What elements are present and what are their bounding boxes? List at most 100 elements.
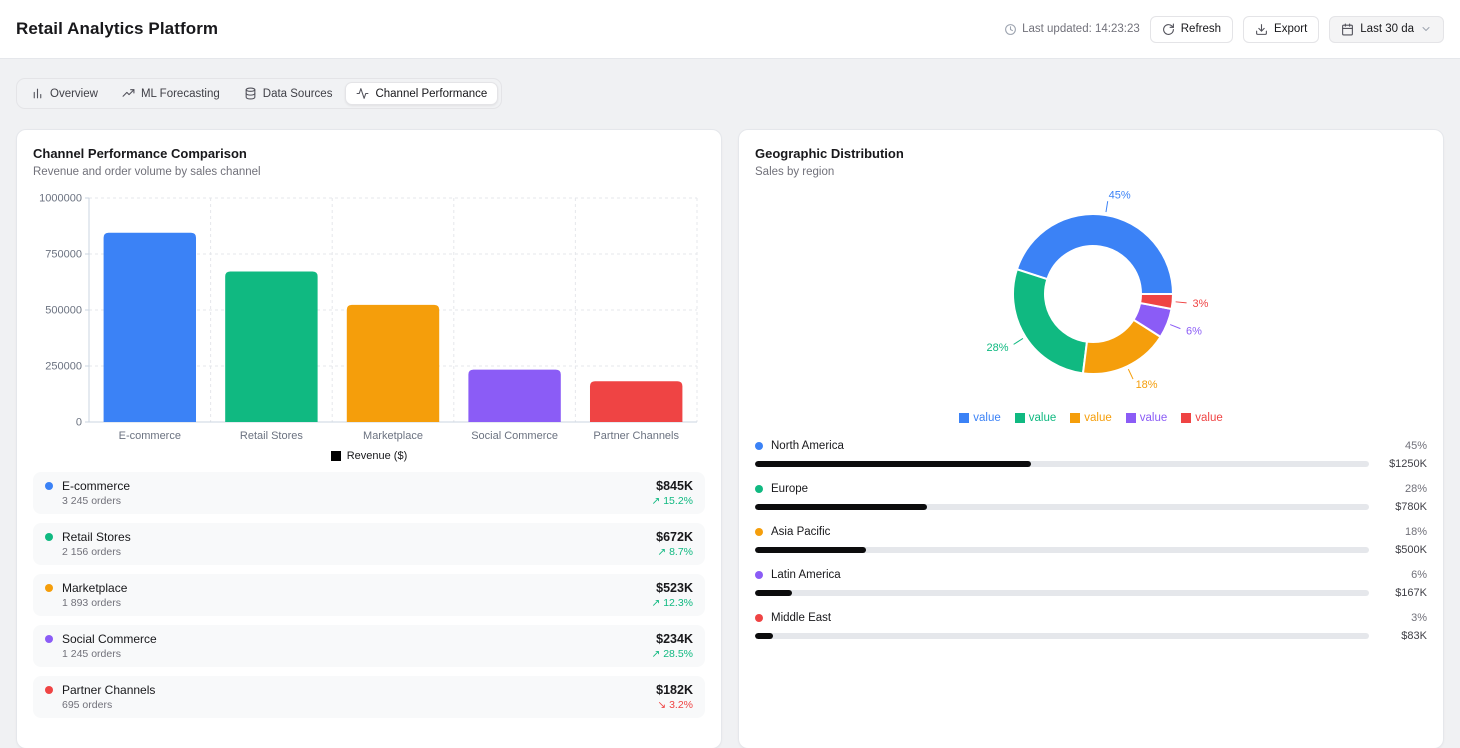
channel-card-title: Channel Performance Comparison xyxy=(33,146,247,161)
tab-channel-performance[interactable]: Channel Performance xyxy=(345,82,499,105)
trend-percent: 15.2% xyxy=(663,495,693,507)
pie-legend-item: value xyxy=(959,412,1001,424)
date-range-select[interactable]: Last 30 da xyxy=(1329,15,1444,43)
donut-chart-svg[interactable]: 45% 28% 18% 6% 3% xyxy=(755,182,1431,410)
channel-metrics: $234K ↗ 28.5% xyxy=(651,632,693,660)
channel-row-marketplace: Marketplace 1 893 orders $523K ↗ 12.3% xyxy=(33,574,705,616)
channel-orders: 695 orders xyxy=(62,699,113,711)
legend-swatch xyxy=(1014,413,1025,423)
refresh-icon xyxy=(1162,23,1175,36)
svg-text:1000000: 1000000 xyxy=(39,193,82,205)
region-progress-track xyxy=(755,461,1369,467)
bar-chart-svg[interactable]: 0 250000 500000 750000 1000000 E-commerce Reta… xyxy=(33,190,707,448)
channel-info: Retail Stores 2 156 orders xyxy=(45,530,131,558)
header-actions: Last updated: 14:23:23 Refresh Export La… xyxy=(1004,15,1444,43)
region-name: Asia Pacific xyxy=(771,526,831,538)
tab-data-sources[interactable]: Data Sources xyxy=(233,82,344,105)
region-value: $780K xyxy=(1395,501,1427,513)
region-value: $83K xyxy=(1401,630,1427,642)
region-progress-fill xyxy=(755,461,1032,467)
region-color-dot xyxy=(755,614,763,622)
trend-percent: 8.7% xyxy=(669,546,693,558)
channel-row-e-commerce: E-commerce 3 245 orders $845K ↗ 15.2% xyxy=(33,472,705,514)
channel-orders: 3 245 orders xyxy=(62,495,121,507)
svg-text:28%: 28% xyxy=(987,342,1009,354)
tab-label: Data Sources xyxy=(262,87,333,100)
pie-legend-item: value xyxy=(1070,412,1112,424)
svg-text:250000: 250000 xyxy=(45,361,82,373)
pie-legend-label: value xyxy=(973,412,1001,424)
channel-metrics: $523K ↗ 12.3% xyxy=(651,581,693,609)
refresh-label: Refresh xyxy=(1180,23,1222,35)
export-label: Export xyxy=(1274,23,1308,35)
database-icon xyxy=(244,87,257,100)
geo-card-title: Geographic Distribution xyxy=(755,146,904,161)
channel-trend: ↗ 8.7% xyxy=(656,546,693,558)
region-color-dot xyxy=(755,571,763,579)
tab-bar-wrap: Overview ML Forecasting Data Sources Channe… xyxy=(16,78,1444,109)
legend-swatch xyxy=(1181,413,1192,423)
tab-ml-forecasting[interactable]: ML Forecasting xyxy=(111,82,231,105)
channel-trend: ↗ 12.3% xyxy=(651,597,693,609)
export-button[interactable]: Export xyxy=(1243,15,1320,43)
channel-trend: ↗ 15.2% xyxy=(651,495,693,507)
region-progress-track xyxy=(755,547,1369,553)
pie-legend-label: value xyxy=(1195,412,1223,424)
channel-info: E-commerce 3 245 orders xyxy=(45,479,130,507)
chevron-down-icon xyxy=(1420,23,1432,35)
trend-percent: 12.3% xyxy=(663,597,693,609)
legend-swatch xyxy=(1070,413,1081,423)
channel-metrics: $845K ↗ 15.2% xyxy=(651,479,693,507)
activity-icon xyxy=(356,87,369,100)
pie-legend-label: value xyxy=(1084,412,1112,424)
pie-legend-item: value xyxy=(1125,412,1168,424)
tab-label: Channel Performance xyxy=(375,87,488,100)
trending-up-icon xyxy=(122,87,135,100)
channel-metrics: $672K ↗ 8.7% xyxy=(656,530,693,558)
region-name: Middle East xyxy=(771,612,832,624)
legend-swatch xyxy=(330,451,341,461)
region-row-north-america: North America 45% $1250K xyxy=(755,434,1427,477)
svg-text:45%: 45% xyxy=(1109,190,1131,202)
region-percent: 6% xyxy=(1411,569,1427,581)
pie-legend: value value value value value xyxy=(755,412,1427,424)
svg-text:3%: 3% xyxy=(1193,298,1209,310)
channel-name: E-commerce xyxy=(62,479,131,493)
region-percent: 3% xyxy=(1411,612,1427,624)
tab-overview[interactable]: Overview xyxy=(20,82,109,105)
channel-name: Social Commerce xyxy=(62,632,157,646)
bar-chart-legend: Revenue ($) xyxy=(33,450,705,462)
region-row-latin-america: Latin America 6% $167K xyxy=(755,563,1427,606)
region-value: $500K xyxy=(1395,544,1427,556)
region-progress-fill xyxy=(755,590,792,596)
clock-icon xyxy=(1004,23,1017,36)
channel-trend: ↘ 3.2% xyxy=(656,699,693,711)
trend-arrow-icon: ↗ xyxy=(651,597,661,609)
svg-text:6%: 6% xyxy=(1186,325,1202,337)
refresh-button[interactable]: Refresh xyxy=(1149,15,1234,43)
region-row-middle-east: Middle East 3% $83K xyxy=(755,606,1427,649)
geographic-distribution-card: Geographic Distribution Sales by region … xyxy=(738,129,1444,748)
pie-legend-label: value xyxy=(1139,412,1168,424)
region-color-dot xyxy=(755,485,763,493)
legend-swatch xyxy=(959,413,970,423)
region-row-europe: Europe 28% $780K xyxy=(755,477,1427,520)
region-color-dot xyxy=(755,528,763,536)
svg-text:750000: 750000 xyxy=(45,249,82,261)
tab-bar: Overview ML Forecasting Data Sources Channe… xyxy=(16,78,503,109)
trend-arrow-icon: ↗ xyxy=(657,546,667,558)
channel-value: $845K xyxy=(656,479,693,493)
bar-chart-icon xyxy=(31,87,44,100)
date-range-label: Last 30 da xyxy=(1360,23,1414,35)
svg-text:Marketplace: Marketplace xyxy=(363,430,423,442)
legend-swatch xyxy=(1125,413,1136,423)
pie-legend-item: value xyxy=(1014,412,1056,424)
region-percent: 45% xyxy=(1404,440,1427,452)
svg-text:E-commerce: E-commerce xyxy=(119,430,181,442)
svg-text:500000: 500000 xyxy=(45,305,82,317)
tab-label: Overview xyxy=(50,87,98,100)
region-name: Latin America xyxy=(771,569,841,581)
legend-label: Revenue ($) xyxy=(346,450,408,462)
channel-list: E-commerce 3 245 orders $845K ↗ 15.2% Retail… xyxy=(33,472,705,718)
region-color-dot xyxy=(755,442,763,450)
